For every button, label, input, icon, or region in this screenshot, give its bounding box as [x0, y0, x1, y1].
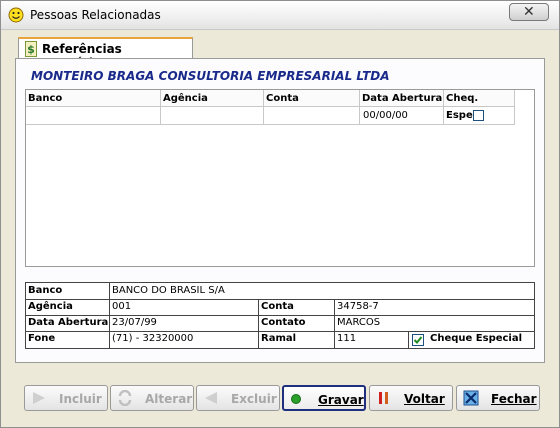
close-icon: ✕	[523, 4, 535, 20]
cell-data-abertura[interactable]: 00/00/00	[360, 107, 444, 125]
contato-label: Contato	[259, 315, 335, 332]
tab-referencias-bancarias[interactable]: $ Referências Bancárias	[18, 37, 193, 70]
column-header-conta[interactable]: Conta	[264, 90, 360, 107]
conta-field[interactable]: 34758-7	[335, 299, 534, 316]
column-header-banco[interactable]: Banco	[26, 90, 161, 107]
detail-form: Banco BANCO DO BRASIL S/A Agência 001 Co…	[25, 282, 535, 349]
ramal-field[interactable]: 111	[335, 331, 409, 348]
arrow-left-icon	[205, 392, 217, 404]
dollar-icon: $	[25, 41, 37, 57]
tab-panel: MONTEIRO BRAGA CONSULTORIA EMPRESARIAL L…	[15, 58, 545, 363]
column-header-agencia[interactable]: Agência	[161, 90, 264, 107]
data-abertura-field[interactable]: 23/07/99	[110, 315, 259, 332]
title-bar: Pessoas Relacionadas ✕	[1, 1, 559, 30]
banco-field[interactable]: BANCO DO BRASIL S/A	[110, 283, 534, 300]
fone-label: Fone	[26, 331, 110, 348]
window-title: Pessoas Relacionadas	[30, 8, 161, 22]
bank-references-grid[interactable]: Banco Agência Conta Data Abertura Cheq. …	[25, 89, 535, 267]
cheq-espec-checkbox[interactable]	[473, 110, 484, 121]
banco-label: Banco	[26, 283, 110, 300]
cell-agencia[interactable]	[161, 107, 264, 125]
alterar-button[interactable]: Alterar	[110, 385, 194, 411]
ramal-label: Ramal	[259, 331, 335, 348]
close-x-icon	[463, 390, 479, 406]
data-abertura-label: Data Abertura	[26, 315, 110, 332]
company-name: MONTEIRO BRAGA CONSULTORIA EMPRESARIAL L…	[31, 69, 390, 83]
cheque-especial-checkbox[interactable]	[412, 334, 424, 346]
green-dot-icon	[291, 394, 301, 404]
close-button[interactable]: ✕	[509, 3, 549, 21]
smiley-icon	[8, 7, 24, 23]
cell-cheq-espec[interactable]	[444, 107, 515, 125]
gravar-button[interactable]: Gravar	[282, 385, 366, 411]
conta-label: Conta	[259, 299, 335, 316]
column-header-data-abertura[interactable]: Data Abertura	[360, 90, 444, 107]
column-header-cheq-espec[interactable]: Cheq. Espec.	[444, 90, 515, 121]
pause-icon	[379, 392, 388, 404]
cell-banco[interactable]	[26, 107, 161, 125]
agencia-label: Agência	[26, 299, 110, 316]
arrow-right-icon	[33, 392, 45, 404]
agencia-field[interactable]: 001	[110, 299, 259, 316]
cell-conta[interactable]	[264, 107, 360, 125]
voltar-button[interactable]: Voltar	[369, 385, 453, 411]
window: Pessoas Relacionadas ✕ $ Referências Ban…	[0, 0, 560, 428]
fone-field[interactable]: (71) - 32320000	[110, 331, 259, 348]
contato-field[interactable]: MARCOS	[335, 315, 534, 332]
fechar-button[interactable]: Fechar	[456, 385, 540, 411]
button-bar: Incluir Alterar Excluir Gravar Voltar Fe…	[15, 380, 545, 416]
check-icon	[413, 336, 423, 344]
excluir-button[interactable]: Excluir	[196, 385, 280, 411]
refresh-icon	[118, 390, 132, 406]
cheque-especial-label: Cheque Especial	[430, 333, 523, 344]
incluir-button[interactable]: Incluir	[24, 385, 108, 411]
